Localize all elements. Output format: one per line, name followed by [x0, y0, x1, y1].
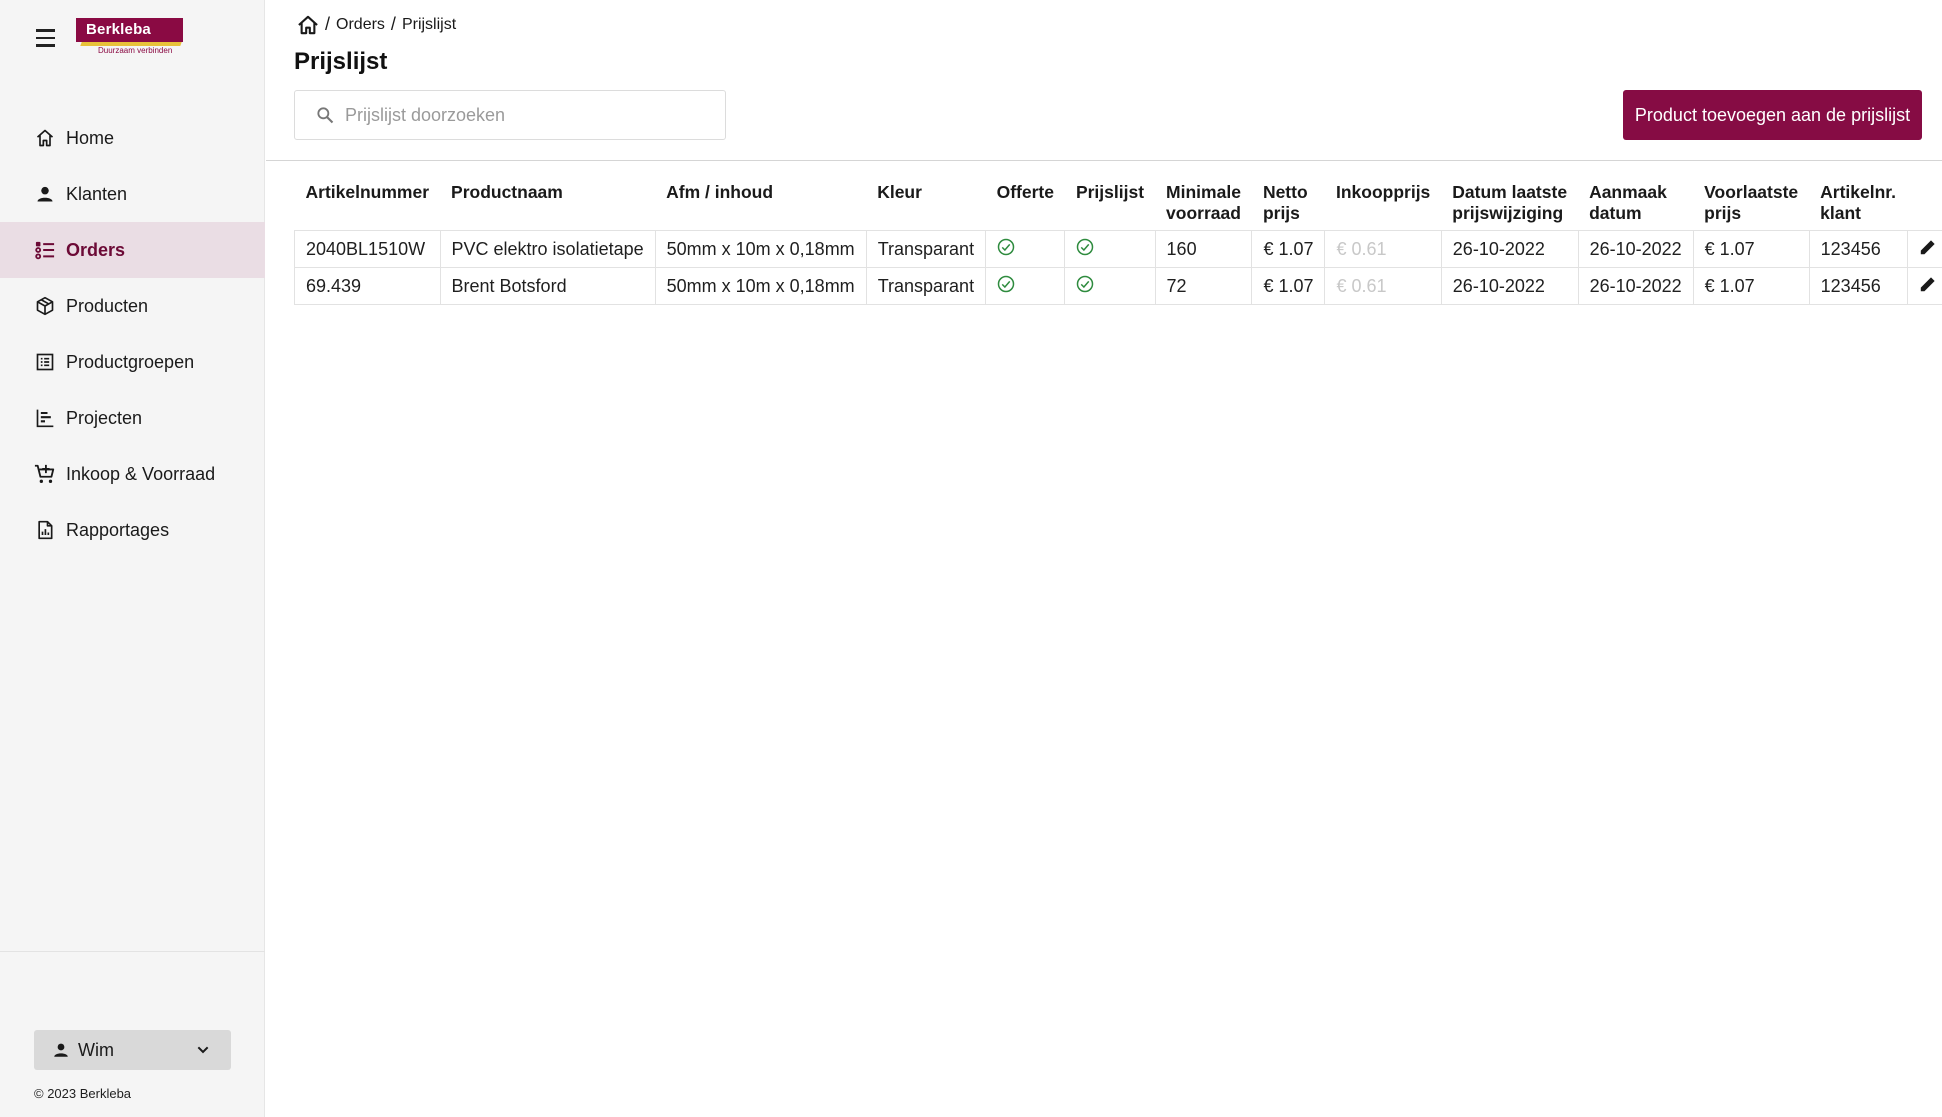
- search-box[interactable]: [294, 90, 726, 140]
- sidebar-item-label: Klanten: [66, 183, 128, 204]
- breadcrumb-separator: /: [325, 14, 331, 34]
- column-header[interactable]: Productnaam: [440, 178, 655, 231]
- cell-artikelnummer: 69.439: [294, 267, 441, 305]
- timeline-chart-icon: [34, 407, 56, 429]
- check-circle-icon: [1076, 238, 1094, 260]
- search-input[interactable]: [345, 104, 715, 126]
- sidebar-item-label: Projecten: [66, 407, 143, 428]
- column-header[interactable]: Minimale voorraad: [1155, 178, 1252, 231]
- cell-inkoopprijs: € 0.61: [1324, 267, 1442, 305]
- cell-afmeting: 50mm x 10m x 0,18mm: [654, 267, 867, 305]
- sidebar-nav: Home Klanten Orders Producten Productgro…: [0, 110, 265, 558]
- hamburger-menu-icon[interactable]: [30, 24, 62, 52]
- user-menu-button[interactable]: Wim: [34, 1030, 231, 1070]
- edit-button[interactable]: [1906, 267, 1942, 305]
- column-header[interactable]: Inkoopprijs: [1325, 178, 1441, 231]
- header-divider: [266, 160, 1942, 161]
- sidebar-item-projecten[interactable]: Projecten: [0, 390, 265, 446]
- user-name: Wim: [78, 1039, 114, 1060]
- cell-offerte: [985, 267, 1066, 305]
- cell-netto-prijs: € 1.07: [1251, 230, 1326, 268]
- column-header[interactable]: Datum laatste prijswijziging: [1441, 178, 1578, 231]
- column-header[interactable]: Afm / inhoud: [655, 178, 866, 231]
- check-circle-icon: [1076, 275, 1094, 297]
- cell-minimale-voorraad: 72: [1154, 267, 1253, 305]
- sidebar-item-productgroepen[interactable]: Productgroepen: [0, 334, 265, 390]
- cell-minimale-voorraad: 160: [1154, 230, 1253, 268]
- list-icon: [34, 239, 56, 261]
- cell-artikelnr-klant: 123456: [1808, 267, 1908, 305]
- copyright-text: © 2023 Berkleba: [34, 1086, 132, 1101]
- breadcrumb-prijslijst: Prijslijst: [401, 15, 457, 33]
- sidebar-item-orders[interactable]: Orders: [0, 222, 265, 278]
- cell-netto-prijs: € 1.07: [1251, 267, 1326, 305]
- pencil-icon: [1919, 276, 1937, 297]
- cart-icon: [34, 463, 56, 485]
- cell-kleur: Transparant: [865, 267, 987, 305]
- table-header-row: Artikelnummer Productnaam Afm / inhoud K…: [295, 178, 1942, 231]
- person-icon: [34, 183, 56, 205]
- check-circle-icon: [997, 238, 1015, 260]
- breadcrumb-separator: /: [390, 14, 396, 34]
- table-row[interactable]: 2040BL1510W PVC elektro isolatietape 50m…: [294, 230, 1942, 268]
- cell-aanmaak-datum: 26-10-2022: [1577, 230, 1694, 268]
- column-header[interactable]: Netto prijs: [1252, 178, 1325, 231]
- cell-voorlaatste-prijs: € 1.07: [1692, 267, 1810, 305]
- column-header[interactable]: Artikelnr. klant: [1809, 178, 1907, 231]
- cell-afmeting: 50mm x 10m x 0,18mm: [654, 230, 867, 268]
- sidebar-item-label: Producten: [66, 295, 149, 316]
- cell-inkoopprijs: € 0.61: [1324, 230, 1442, 268]
- package-icon: [34, 295, 56, 317]
- sidebar-item-label: Productgroepen: [66, 351, 195, 372]
- column-header[interactable]: Aanmaak datum: [1578, 178, 1693, 231]
- report-icon: [34, 519, 56, 541]
- cell-voorlaatste-prijs: € 1.07: [1692, 230, 1810, 268]
- cell-offerte: [985, 230, 1066, 268]
- cell-kleur: Transparant: [865, 230, 987, 268]
- sidebar-item-label: Rapportages: [66, 519, 170, 540]
- sidebar-divider: [0, 951, 265, 952]
- column-header[interactable]: Artikelnummer: [295, 178, 441, 231]
- cell-productnaam: PVC elektro isolatietape: [439, 230, 656, 268]
- cell-prijslijst: [1064, 267, 1156, 305]
- cell-artikelnummer: 2040BL1510W: [294, 230, 441, 268]
- cell-aanmaak-datum: 26-10-2022: [1577, 267, 1694, 305]
- pencil-icon: [1919, 239, 1937, 260]
- cell-productnaam: Brent Botsford: [439, 267, 656, 305]
- sidebar-item-label: Home: [66, 127, 115, 148]
- cell-artikelnr-klant: 123456: [1808, 230, 1908, 268]
- breadcrumb-orders[interactable]: Orders: [336, 16, 385, 34]
- column-header-actions: [1907, 178, 1942, 231]
- cell-datum-prijswijziging: 26-10-2022: [1440, 230, 1579, 268]
- table-list-icon: [34, 351, 56, 373]
- column-header[interactable]: Voorlaatste prijs: [1693, 178, 1809, 231]
- search-icon: [315, 105, 335, 125]
- pricelist-table: Artikelnummer Productnaam Afm / inhoud K…: [294, 178, 1942, 305]
- sidebar-item-home[interactable]: Home: [0, 110, 265, 166]
- person-icon: [52, 1041, 70, 1059]
- sidebar-item-klanten[interactable]: Klanten: [0, 166, 265, 222]
- page-title: Prijslijst: [294, 48, 388, 75]
- column-header[interactable]: Prijslijst: [1065, 178, 1155, 231]
- edit-button[interactable]: [1906, 230, 1942, 268]
- sidebar-item-rapportages[interactable]: Rapportages: [0, 502, 265, 558]
- sidebar-item-inkoop-voorraad[interactable]: Inkoop & Voorraad: [0, 446, 265, 502]
- sidebar-item-label: Inkoop & Voorraad: [66, 463, 216, 484]
- table-row[interactable]: 69.439 Brent Botsford 50mm x 10m x 0,18m…: [294, 267, 1942, 305]
- sidebar-item-producten[interactable]: Producten: [0, 278, 265, 334]
- cell-prijslijst: [1064, 230, 1156, 268]
- cell-datum-prijswijziging: 26-10-2022: [1440, 267, 1579, 305]
- add-product-button[interactable]: Product toevoegen aan de prijslijst: [1623, 90, 1922, 140]
- sidebar: Berkleba Duurzaam verbinden Home Klanten…: [0, 0, 265, 1117]
- home-icon: [34, 127, 56, 149]
- breadcrumb: / Orders / Prijslijst: [297, 14, 456, 35]
- chevron-down-icon: [195, 1042, 211, 1058]
- check-circle-icon: [997, 275, 1015, 297]
- sidebar-item-label: Orders: [66, 239, 126, 260]
- column-header[interactable]: Kleur: [866, 178, 985, 231]
- column-header[interactable]: Offerte: [986, 178, 1065, 231]
- brand-logo[interactable]: Berkleba Duurzaam verbinden: [76, 18, 183, 58]
- home-icon[interactable]: [297, 15, 319, 35]
